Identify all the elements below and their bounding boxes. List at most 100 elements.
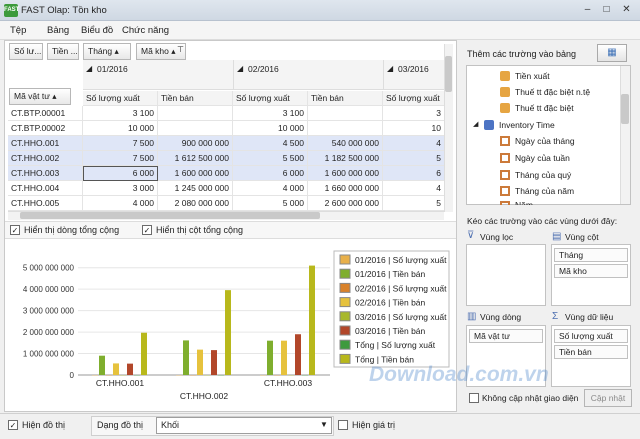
- tree-item[interactable]: Tháng của năm: [515, 186, 574, 196]
- data-cell[interactable]: 540 000 000: [308, 136, 383, 151]
- divider: [233, 60, 234, 90]
- tree-item[interactable]: Tiền xuất: [515, 71, 550, 81]
- data-cell[interactable]: 7 500: [83, 151, 158, 166]
- row-header[interactable]: CT.BTP.00001: [8, 106, 83, 121]
- data-cell[interactable]: 3: [383, 106, 445, 121]
- no-update-checkbox[interactable]: [469, 393, 479, 403]
- data-cell[interactable]: 4 000: [83, 196, 158, 211]
- data-cell[interactable]: 4 500: [233, 136, 308, 151]
- minimize-button[interactable]: –: [580, 3, 595, 17]
- show-chart-checkbox[interactable]: ✓: [8, 420, 18, 430]
- data-cell[interactable]: 6: [383, 166, 445, 181]
- row-header[interactable]: CT.HHO.002: [8, 151, 83, 166]
- data-cell[interactable]: 1 245 000 000: [158, 181, 233, 196]
- sort-up-icon: ▴: [114, 46, 119, 56]
- column-field-month[interactable]: Tháng ▴: [83, 43, 131, 60]
- legend-swatch: [339, 325, 351, 336]
- scroll-thumb[interactable]: [621, 94, 629, 124]
- update-button[interactable]: Cập nhật: [584, 389, 632, 407]
- data-cell[interactable]: 900 000 000: [158, 136, 233, 151]
- menu-table[interactable]: Bảng: [47, 25, 69, 36]
- column-zone-item[interactable]: Tháng: [554, 248, 628, 262]
- row-totals-checkbox[interactable]: ✓: [10, 225, 20, 235]
- tree-item[interactable]: Inventory Time: [499, 120, 555, 130]
- data-cell[interactable]: 1 600 000 000: [158, 166, 233, 181]
- filter-zone[interactable]: [466, 244, 546, 306]
- menu-file[interactable]: Tệp: [10, 25, 26, 36]
- scroll-thumb[interactable]: [445, 56, 452, 92]
- data-cell[interactable]: 6 000: [83, 166, 158, 181]
- data-zone[interactable]: Số lượng xuất Tiền bán: [551, 325, 631, 387]
- show-values-checkbox[interactable]: [338, 420, 348, 430]
- data-cell[interactable]: 10: [383, 121, 445, 136]
- chevron-down-icon[interactable]: ▼: [320, 420, 328, 429]
- data-cell[interactable]: [308, 106, 383, 121]
- data-cell[interactable]: 4: [383, 136, 445, 151]
- collapse-icon[interactable]: ◢: [237, 64, 243, 73]
- data-cell[interactable]: [158, 106, 233, 121]
- row-header[interactable]: CT.HHO.003: [8, 166, 83, 181]
- row-header[interactable]: CT.HHO.001: [8, 136, 83, 151]
- layout-icon[interactable]: ▦: [597, 44, 627, 62]
- data-cell[interactable]: 7 500: [83, 136, 158, 151]
- bar: [183, 340, 189, 375]
- row-header[interactable]: CT.BTP.00002: [8, 121, 83, 136]
- tree-item[interactable]: Tháng của quý: [515, 170, 571, 180]
- collapse-icon[interactable]: ◢: [86, 64, 92, 73]
- filter-field-quantity[interactable]: Số lư...: [9, 43, 43, 60]
- tree-item[interactable]: Năm: [515, 200, 533, 205]
- measure-header[interactable]: Số lượng xuất: [83, 91, 158, 106]
- measure-icon: [500, 103, 510, 113]
- data-cell[interactable]: 10 000: [233, 121, 308, 136]
- tree-item[interactable]: Ngày của tuần: [515, 153, 570, 163]
- collapse-icon[interactable]: ◢: [473, 120, 478, 128]
- vertical-scrollbar[interactable]: [620, 66, 630, 204]
- tree-item[interactable]: Thuế tt đặc biệt: [515, 103, 574, 113]
- scroll-thumb[interactable]: [20, 212, 320, 219]
- data-cell[interactable]: 5 500: [233, 151, 308, 166]
- data-cell[interactable]: [158, 121, 233, 136]
- legend-swatch: [339, 311, 351, 322]
- data-cell[interactable]: 1 612 500 000: [158, 151, 233, 166]
- data-cell[interactable]: 1 600 000 000: [308, 166, 383, 181]
- tree-item[interactable]: Ngày của tháng: [515, 136, 575, 146]
- menu-chart[interactable]: Biểu đồ: [81, 25, 113, 36]
- data-cell[interactable]: 4 000: [233, 181, 308, 196]
- column-zone-item[interactable]: Mã kho: [554, 264, 628, 278]
- data-cell[interactable]: 5: [383, 196, 445, 211]
- chart-type-select[interactable]: Khối: [156, 417, 332, 434]
- data-cell[interactable]: [308, 121, 383, 136]
- collapse-icon[interactable]: ◢: [387, 64, 393, 73]
- row-field-item-code[interactable]: Mã vật tư ▴: [9, 88, 71, 105]
- data-cell[interactable]: 3 100: [83, 106, 158, 121]
- data-cell[interactable]: 10 000: [83, 121, 158, 136]
- row-zone-item[interactable]: Mã vật tư: [469, 329, 543, 343]
- data-cell[interactable]: 2 080 000 000: [158, 196, 233, 211]
- data-cell[interactable]: 3 100: [233, 106, 308, 121]
- col-totals-checkbox[interactable]: ✓: [142, 225, 152, 235]
- data-cell[interactable]: 6 000: [233, 166, 308, 181]
- data-zone-item[interactable]: Tiền bán: [554, 345, 628, 359]
- data-cell[interactable]: 5: [383, 151, 445, 166]
- row-header[interactable]: CT.HHO.004: [8, 181, 83, 196]
- filter-icon[interactable]: ⊤: [177, 45, 185, 54]
- filter-field-amount[interactable]: Tiền ...: [47, 43, 79, 60]
- data-cell[interactable]: 5 000: [233, 196, 308, 211]
- data-cell[interactable]: 1 182 500 000: [308, 151, 383, 166]
- measure-header[interactable]: Tiền bán: [308, 91, 383, 106]
- data-zone-item[interactable]: Số lượng xuất: [554, 329, 628, 343]
- maximize-button[interactable]: □: [599, 3, 614, 17]
- tree-item[interactable]: Thuế tt đặc biệt n.tệ: [515, 87, 590, 97]
- close-button[interactable]: ✕: [619, 3, 634, 17]
- data-cell[interactable]: 4: [383, 181, 445, 196]
- data-cell[interactable]: 1 660 000 000: [308, 181, 383, 196]
- data-cell[interactable]: 3 000: [83, 181, 158, 196]
- measure-header[interactable]: Số lượng xuất: [383, 91, 445, 106]
- row-header[interactable]: CT.HHO.005: [8, 196, 83, 211]
- measure-header[interactable]: Tiền bán: [158, 91, 233, 106]
- column-zone[interactable]: Tháng Mã kho: [551, 244, 631, 306]
- y-tick-label: 2 000 000 000: [23, 328, 75, 337]
- data-cell[interactable]: 2 600 000 000: [308, 196, 383, 211]
- measure-header[interactable]: Số lượng xuất: [233, 91, 308, 106]
- menu-functions[interactable]: Chức năng: [122, 25, 169, 36]
